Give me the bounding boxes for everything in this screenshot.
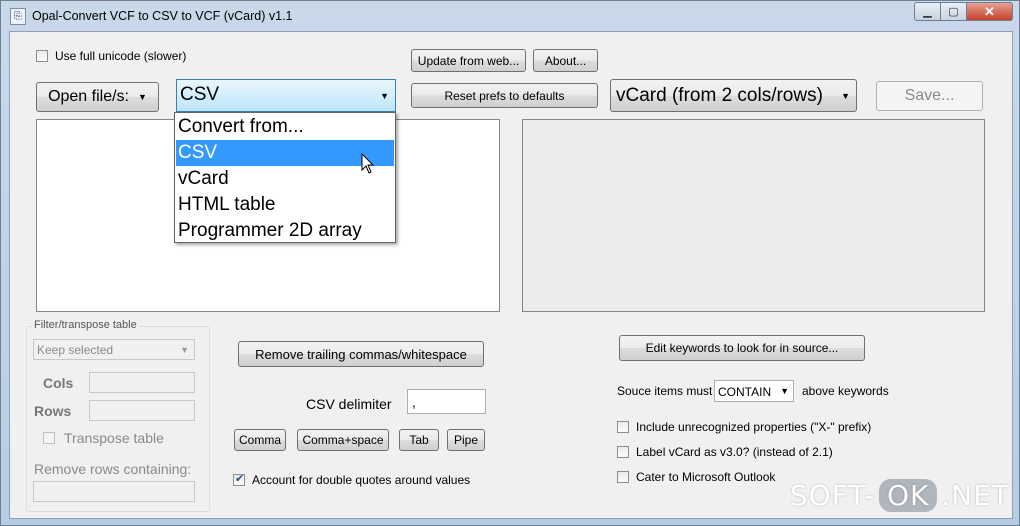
- unicode-checkbox[interactable]: [36, 50, 48, 62]
- convert-from-combo[interactable]: CSV ▼: [176, 79, 396, 112]
- rows-label: Rows: [34, 403, 72, 419]
- minimize-button[interactable]: ▁: [914, 2, 941, 21]
- maximize-icon: ▢: [948, 6, 959, 18]
- chevron-down-icon: ▼: [180, 345, 189, 355]
- window-controls: ▁ ▢ ✕: [914, 2, 1013, 21]
- comma-button[interactable]: Comma: [234, 429, 286, 451]
- window-title: Opal-Convert VCF to CSV to VCF (vCard) v…: [32, 9, 293, 23]
- source-items-label: Souce items must: [617, 384, 713, 398]
- remove-rows-label: Remove rows containing:: [34, 461, 192, 477]
- tab-button[interactable]: Tab: [399, 429, 439, 451]
- mouse-cursor-icon: [361, 153, 375, 174]
- transpose-checkbox[interactable]: [43, 432, 55, 444]
- output-text-area[interactable]: [522, 119, 985, 312]
- cols-input[interactable]: [89, 372, 195, 393]
- label-v3-checkbox[interactable]: [617, 446, 629, 458]
- close-icon: ✕: [984, 3, 995, 19]
- csv-delimiter-value: ,: [412, 394, 416, 410]
- close-button[interactable]: ✕: [967, 2, 1013, 21]
- edit-keywords-button[interactable]: Edit keywords to look for in source...: [619, 335, 865, 361]
- convert-to-value: vCard (from 2 cols/rows): [616, 84, 823, 106]
- outlook-label: Cater to Microsoft Outlook: [636, 470, 776, 484]
- remove-trailing-button[interactable]: Remove trailing commas/whitespace: [238, 341, 484, 367]
- contain-value: CONTAIN: [718, 385, 772, 399]
- watermark-logo: SOFT- OK .NET: [790, 479, 1010, 512]
- pipe-button[interactable]: Pipe: [447, 429, 485, 451]
- outlook-checkbox[interactable]: [617, 471, 629, 483]
- contain-select[interactable]: CONTAIN ▼: [714, 380, 794, 402]
- filter-group-label: Filter/transpose table: [32, 319, 139, 331]
- cols-label: Cols: [43, 375, 74, 391]
- reset-prefs-button[interactable]: Reset prefs to defaults: [411, 83, 598, 108]
- double-quotes-label: Account for double quotes around values: [252, 473, 471, 487]
- client-area: Use full unicode (slower) Update from we…: [9, 31, 1013, 519]
- convert-to-combo[interactable]: vCard (from 2 cols/rows) ▼: [610, 79, 857, 112]
- watermark-mid: OK: [878, 479, 938, 512]
- option-html-table[interactable]: HTML table: [176, 192, 394, 218]
- filter-mode-value: Keep selected: [37, 343, 114, 357]
- unicode-label: Use full unicode (slower): [55, 49, 187, 63]
- csv-delimiter-label: CSV delimiter: [306, 396, 392, 412]
- double-quotes-checkbox[interactable]: [233, 472, 245, 486]
- chevron-down-icon: ▼: [841, 91, 850, 101]
- open-files-button[interactable]: Open file/s: ▼: [36, 82, 159, 112]
- transpose-label: Transpose table: [64, 430, 164, 446]
- app-window: ⎘ Opal-Convert VCF to CSV to VCF (vCard)…: [0, 0, 1020, 526]
- watermark-right: .NET: [941, 479, 1010, 512]
- comma-space-button[interactable]: Comma+space: [297, 429, 389, 451]
- option-convert-from[interactable]: Convert from...: [176, 114, 394, 140]
- rows-input[interactable]: [89, 400, 195, 421]
- convert-from-dropdown-list: Convert from... CSV vCard HTML table Pro…: [174, 112, 396, 243]
- include-x-label: Include unrecognized properties ("X-" pr…: [636, 420, 872, 434]
- minimize-icon: ▁: [923, 6, 932, 18]
- dropdown-arrow-icon: ▼: [138, 92, 147, 102]
- csv-delimiter-input[interactable]: ,: [407, 389, 486, 414]
- update-from-web-button[interactable]: Update from web...: [411, 49, 526, 72]
- remove-rows-input[interactable]: [33, 481, 195, 502]
- app-icon: ⎘: [10, 8, 26, 25]
- about-button[interactable]: About...: [533, 49, 598, 72]
- include-x-checkbox[interactable]: [617, 421, 629, 433]
- above-keywords-label: above keywords: [802, 384, 889, 398]
- save-button[interactable]: Save...: [876, 81, 983, 111]
- maximize-button[interactable]: ▢: [941, 2, 967, 21]
- chevron-down-icon: ▼: [380, 91, 389, 101]
- chevron-down-icon: ▼: [780, 386, 789, 396]
- open-files-label: Open file/s:: [48, 88, 129, 105]
- label-v3-label: Label vCard as v3.0? (instead of 2.1): [636, 445, 833, 459]
- watermark-left: SOFT-: [789, 479, 875, 512]
- option-programmer-2d-array[interactable]: Programmer 2D array: [176, 218, 394, 244]
- convert-from-value: CSV: [180, 84, 220, 105]
- filter-mode-select[interactable]: Keep selected ▼: [33, 339, 195, 360]
- title-bar[interactable]: ⎘ Opal-Convert VCF to CSV to VCF (vCard)…: [1, 1, 1019, 31]
